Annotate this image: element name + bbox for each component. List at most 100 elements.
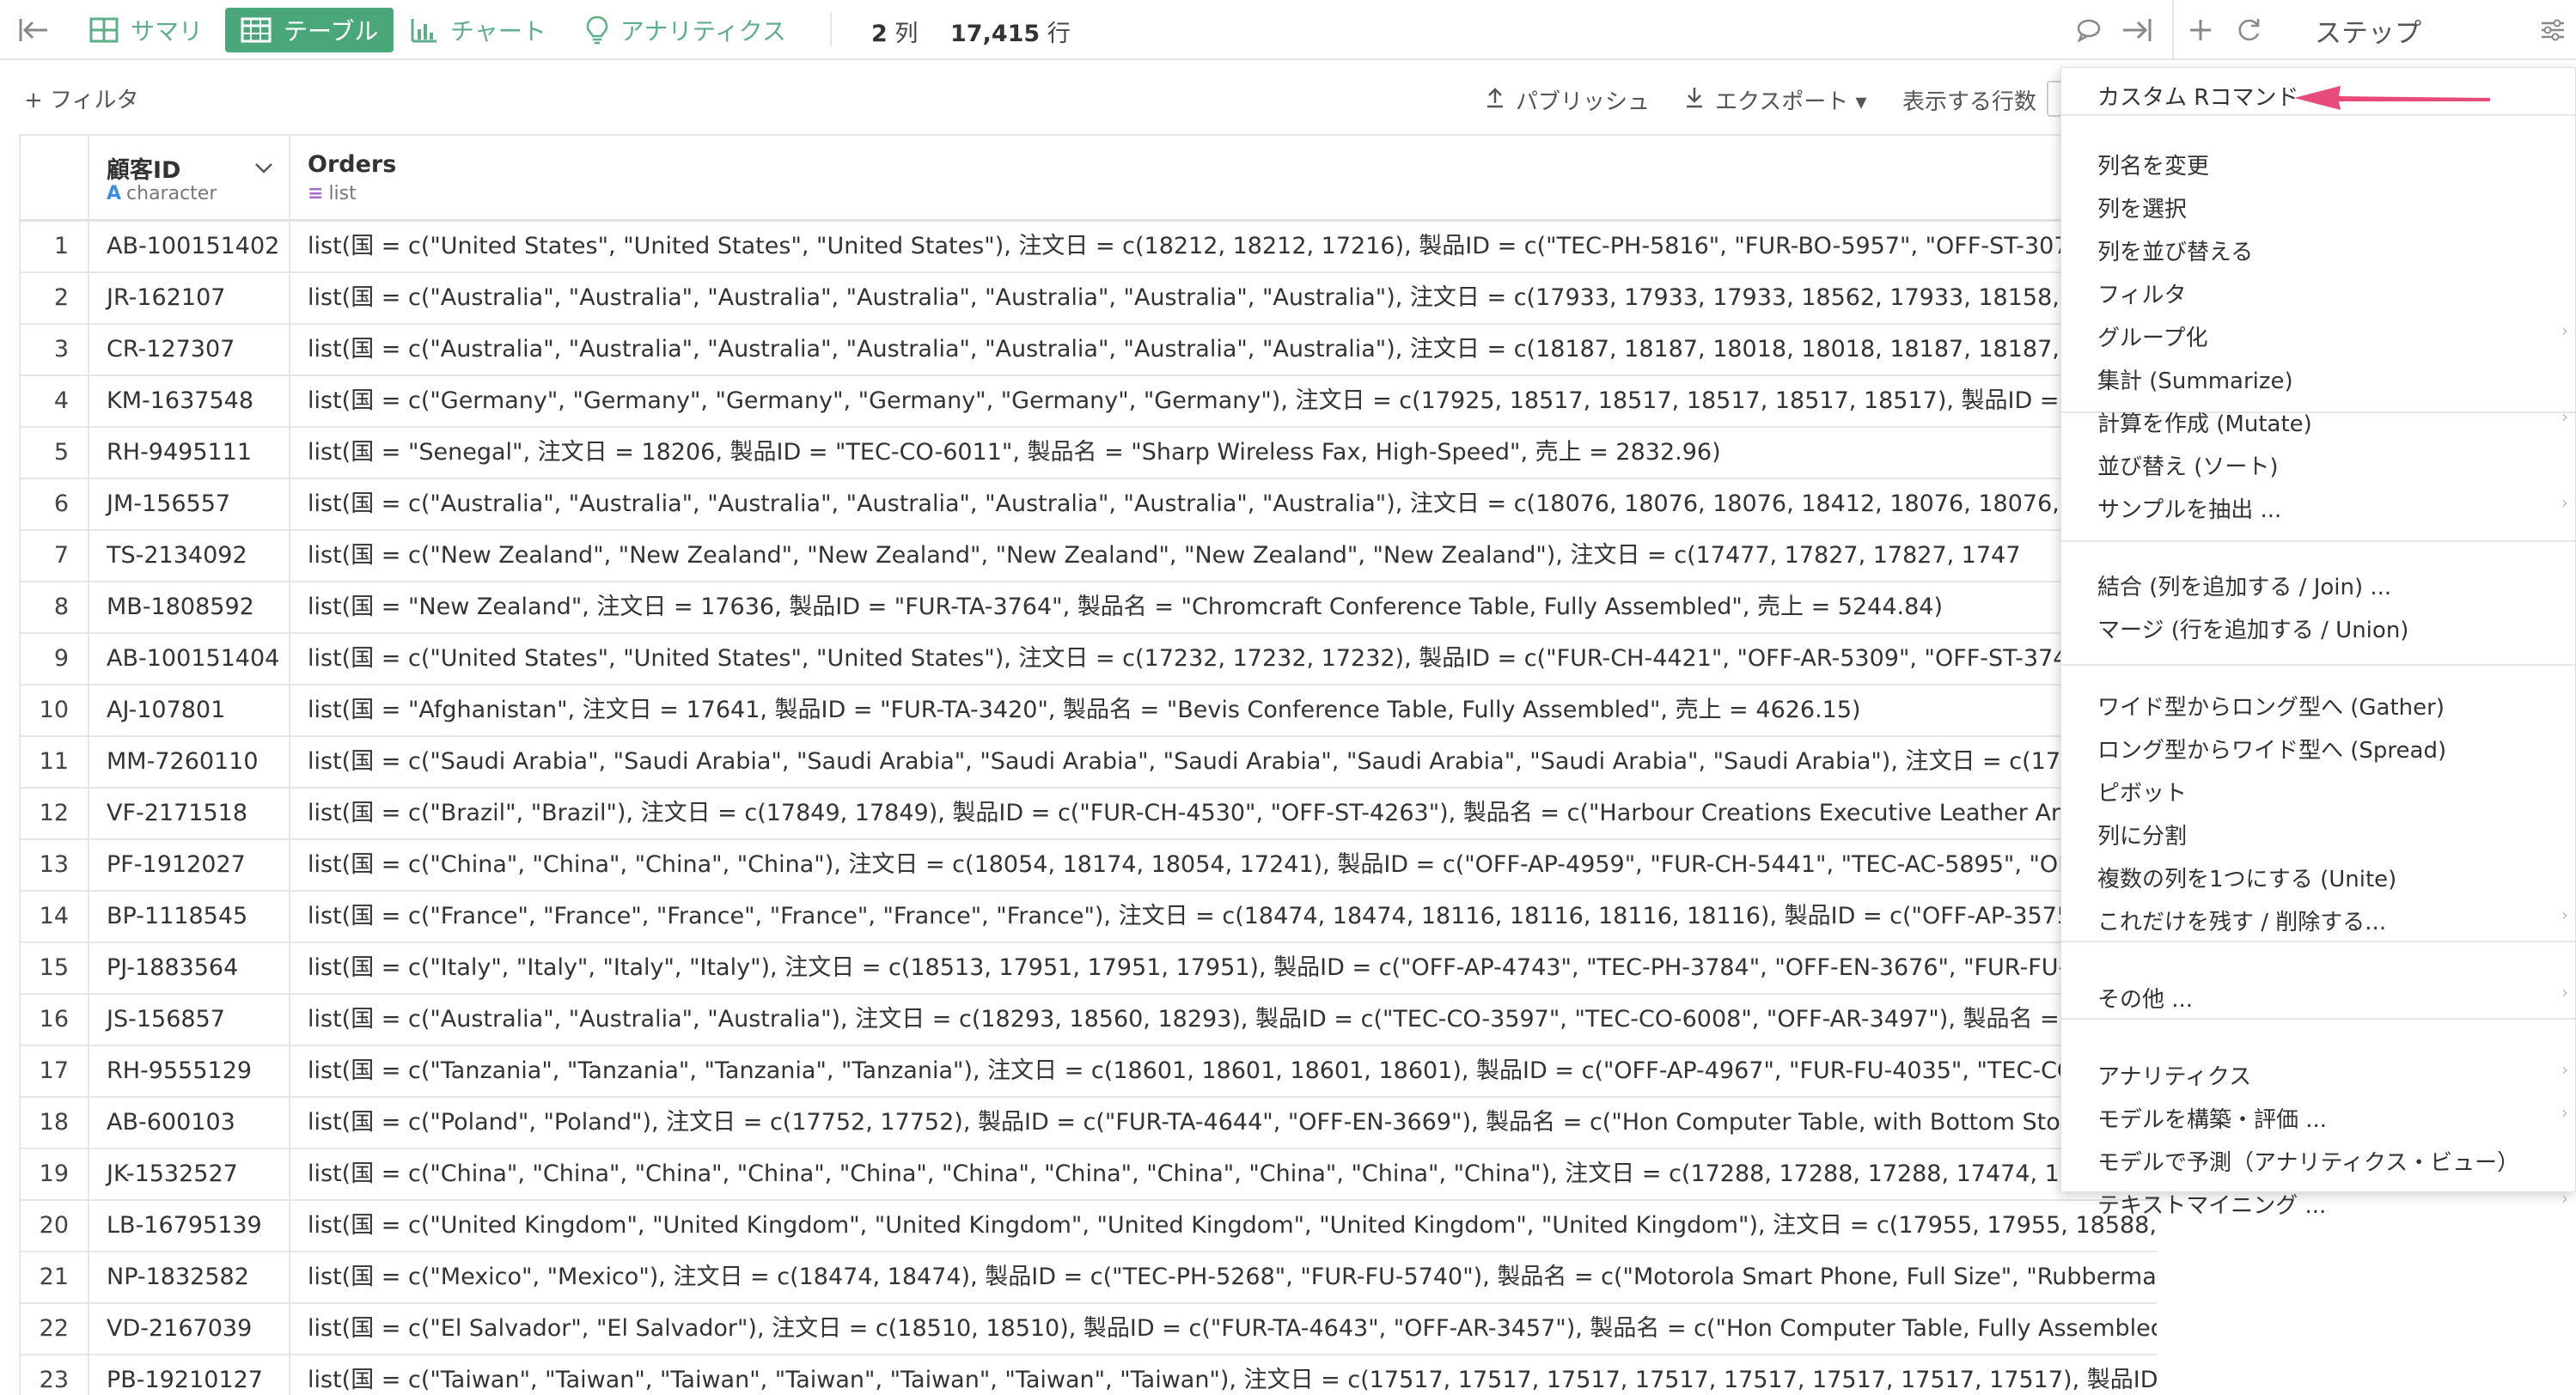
menu-item[interactable]: ロング型からワイド型へ (Spread) — [2097, 733, 2446, 765]
table-row[interactable]: 10 AJ-107801 list(国 = "Afghanistan", 注文日 =… — [21, 685, 2157, 737]
cell-customer-id[interactable]: BP-1118545 — [89, 892, 290, 943]
menu-item[interactable]: ワイド型からロング型へ (Gather) — [2097, 690, 2445, 722]
cell-customer-id[interactable]: VF-2171518 — [89, 789, 290, 840]
menu-item[interactable]: マージ (行を追加する / Union) — [2097, 612, 2408, 644]
menu-item[interactable]: 列に分割 — [2097, 819, 2187, 850]
menu-item[interactable]: カスタム Rコマンド — [2097, 80, 2298, 112]
table-row[interactable]: 2 JR-162107 list(国 = c("Australia", "Austr… — [21, 273, 2157, 325]
table-row[interactable]: 8 MB-1808592 list(国 = "New Zealand", 注文日 =… — [21, 582, 2157, 634]
menu-item[interactable]: ピボット — [2097, 776, 2187, 807]
menu-item[interactable]: 列を選択 — [2097, 192, 2187, 223]
cell-customer-id[interactable]: RH-9495111 — [89, 428, 290, 479]
table-row[interactable]: 16 JS-156857 list(国 = c("Australia", "Aust… — [21, 995, 2157, 1046]
cell-orders[interactable]: list(国 = c("United Kingdom", "United Kin… — [290, 1201, 2157, 1252]
cell-orders[interactable]: list(国 = c("Australia", "Australia", "Au… — [290, 273, 2157, 325]
cell-orders[interactable]: list(国 = c("Tanzania", "Tanzania", "Tanz… — [290, 1046, 2157, 1098]
cell-orders[interactable]: list(国 = c("Poland", "Poland"), 注文日 = c(… — [290, 1098, 2157, 1149]
publish-button[interactable]: パブリッシュ — [1485, 84, 1650, 116]
cell-orders[interactable]: list(国 = c("Australia", "Australia", "Au… — [290, 325, 2157, 376]
cell-orders[interactable]: list(国 = c("Brazil", "Brazil"), 注文日 = c(… — [290, 789, 2157, 840]
menu-item[interactable]: フィルタ — [2097, 277, 2186, 309]
cell-customer-id[interactable]: MM-7260110 — [89, 737, 290, 789]
table-row[interactable]: 6 JM-156557 list(国 = c("Australia", "Austr… — [21, 479, 2157, 531]
chevron-down-icon[interactable] — [254, 161, 273, 178]
cell-orders[interactable]: list(国 = c("China", "China", "China", "C… — [290, 840, 2157, 892]
table-row[interactable]: 4 KM-1637548 list(国 = c("Germany", "German… — [21, 376, 2157, 428]
cell-customer-id[interactable]: TS-2134092 — [89, 531, 290, 582]
cell-customer-id[interactable]: PF-1912027 — [89, 840, 290, 892]
cell-orders[interactable]: list(国 = c("Germany", "Germany", "German… — [290, 376, 2157, 428]
table-row[interactable]: 7 TS-2134092 list(国 = c("New Zealand", "Ne… — [21, 531, 2157, 582]
table-row[interactable]: 1 AB-100151402 list(国 = c("United States",… — [21, 222, 2157, 273]
refresh-icon[interactable] — [2231, 12, 2267, 48]
table-row[interactable]: 9 AB-100151404 list(国 = c("United States",… — [21, 634, 2157, 685]
table-row[interactable]: 3 CR-127307 list(国 = c("Australia", "Austr… — [21, 325, 2157, 376]
table-row[interactable]: 23 PB-19210127 list(国 = c("Taiwan", "Taiwa… — [21, 1355, 2157, 1395]
cell-customer-id[interactable]: AB-100151402 — [89, 222, 290, 273]
cell-customer-id[interactable]: CR-127307 — [89, 325, 290, 376]
cell-customer-id[interactable]: JS-156857 — [89, 995, 290, 1046]
menu-item[interactable]: 列を並び替える — [2097, 235, 2253, 266]
export-button[interactable]: エクスポート ▾ — [1684, 84, 1867, 116]
menu-item[interactable]: モデルで予測（アナリティクス・ビュー） — [2097, 1145, 2519, 1177]
menu-item[interactable]: サンプルを抽出 ... — [2097, 492, 2281, 524]
column-header-customer-id[interactable]: 顧客ID A character — [89, 136, 290, 222]
menu-item[interactable]: これだけを残す / 削除する... — [2097, 905, 2386, 936]
cell-customer-id[interactable]: MB-1808592 — [89, 582, 290, 634]
tab-summary[interactable]: サマリ — [89, 8, 203, 52]
cell-customer-id[interactable]: VD-2167039 — [89, 1304, 290, 1355]
menu-item[interactable]: その他 ... — [2097, 982, 2193, 1014]
cell-orders[interactable]: list(国 = c("France", "France", "France",… — [290, 892, 2157, 943]
cell-customer-id[interactable]: AB-600103 — [89, 1098, 290, 1149]
cell-customer-id[interactable]: AJ-107801 — [89, 685, 290, 737]
column-header-orders[interactable]: Orders ≡ list — [290, 136, 2157, 222]
menu-item[interactable]: 計算を作成 (Mutate) — [2097, 406, 2312, 438]
cell-orders[interactable]: list(国 = c("Taiwan", "Taiwan", "Taiwan",… — [290, 1355, 2157, 1395]
cell-orders[interactable]: list(国 = c("China", "China", "China", "C… — [290, 1149, 2157, 1201]
cell-customer-id[interactable]: PB-19210127 — [89, 1355, 290, 1395]
settings-sliders-icon[interactable] — [2535, 12, 2571, 48]
cell-orders[interactable]: list(国 = c("Saudi Arabia", "Saudi Arabia… — [290, 737, 2157, 789]
cell-orders[interactable]: list(国 = "Senegal", 注文日 = 18206, 製品ID = … — [290, 428, 2157, 479]
cell-orders[interactable]: list(国 = c("Australia", "Australia", "Au… — [290, 995, 2157, 1046]
menu-item[interactable]: 並び替え (ソート) — [2097, 449, 2279, 481]
cell-customer-id[interactable]: JR-162107 — [89, 273, 290, 325]
menu-item[interactable]: 列名を変更 — [2097, 149, 2209, 180]
menu-item[interactable]: 複数の列を1つにする (Unite) — [2097, 862, 2396, 893]
menu-item[interactable]: テキストマイニング ... — [2097, 1188, 2326, 1220]
cell-orders[interactable]: list(国 = c("El Salvador", "El Salvador")… — [290, 1304, 2157, 1355]
cell-orders[interactable]: list(国 = c("United States", "United Stat… — [290, 222, 2157, 273]
table-row[interactable]: 11 MM-7260110 list(国 = c("Saudi Arabia", "… — [21, 737, 2157, 789]
cell-customer-id[interactable]: PJ-1883564 — [89, 943, 290, 995]
cell-customer-id[interactable]: JM-156557 — [89, 479, 290, 531]
cell-orders[interactable]: list(国 = c("Italy", "Italy", "Italy", "I… — [290, 943, 2157, 995]
collapse-left-icon[interactable] — [15, 12, 52, 48]
cell-orders[interactable]: list(国 = "Afghanistan", 注文日 = 17641, 製品I… — [290, 685, 2157, 737]
plus-icon[interactable] — [2182, 12, 2219, 48]
collapse-right-icon[interactable] — [2119, 12, 2155, 48]
cell-customer-id[interactable]: KM-1637548 — [89, 376, 290, 428]
comment-icon[interactable] — [2071, 12, 2107, 48]
cell-customer-id[interactable]: NP-1832582 — [89, 1252, 290, 1304]
table-row[interactable]: 21 NP-1832582 list(国 = c("Mexico", "Mexico… — [21, 1252, 2157, 1304]
table-row[interactable]: 18 AB-600103 list(国 = c("Poland", "Poland"… — [21, 1098, 2157, 1149]
table-row[interactable]: 17 RH-9555129 list(国 = c("Tanzania", "Tanz… — [21, 1046, 2157, 1098]
cell-orders[interactable]: list(国 = c("Mexico", "Mexico"), 注文日 = c(… — [290, 1252, 2157, 1304]
add-filter-button[interactable]: + フィルタ — [24, 82, 139, 114]
table-row[interactable]: 5 RH-9495111 list(国 = "Senegal", 注文日 = 182… — [21, 428, 2157, 479]
table-row[interactable]: 12 VF-2171518 list(国 = c("Brazil", "Brazil… — [21, 789, 2157, 840]
menu-item[interactable]: アナリティクス — [2097, 1059, 2251, 1091]
menu-item[interactable]: グループ化 — [2097, 320, 2207, 352]
cell-orders[interactable]: list(国 = "New Zealand", 注文日 = 17636, 製品I… — [290, 582, 2157, 634]
cell-orders[interactable]: list(国 = c("New Zealand", "New Zealand",… — [290, 531, 2157, 582]
table-row[interactable]: 14 BP-1118545 list(国 = c("France", "France… — [21, 892, 2157, 943]
menu-item[interactable]: 集計 (Summarize) — [2097, 363, 2293, 395]
table-row[interactable]: 19 JK-1532527 list(国 = c("China", "China",… — [21, 1149, 2157, 1201]
cell-orders[interactable]: list(国 = c("Australia", "Australia", "Au… — [290, 479, 2157, 531]
tab-analytics[interactable]: アナリティクス — [586, 8, 786, 52]
table-row[interactable]: 15 PJ-1883564 list(国 = c("Italy", "Italy",… — [21, 943, 2157, 995]
table-row[interactable]: 13 PF-1912027 list(国 = c("China", "China",… — [21, 840, 2157, 892]
menu-item[interactable]: モデルを構築・評価 ... — [2097, 1102, 2327, 1134]
menu-item[interactable]: 結合 (列を追加する / Join) ... — [2097, 570, 2391, 601]
tab-table[interactable]: テーブル — [225, 8, 394, 52]
